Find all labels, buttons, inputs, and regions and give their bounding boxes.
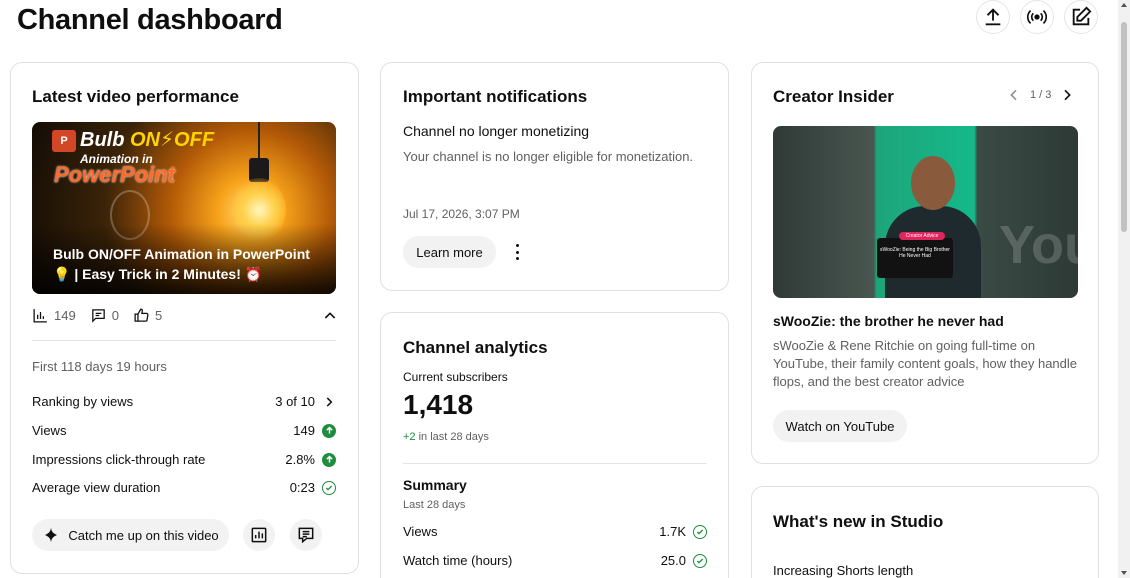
arrow-up-icon <box>322 452 336 467</box>
creator-advice-badge: Creator Advice <box>899 232 945 240</box>
divider <box>403 463 707 464</box>
subscriber-count: 1,418 <box>403 389 474 420</box>
summary-title: Summary <box>403 477 467 493</box>
presenter-head <box>911 156 955 210</box>
bar-chart-icon <box>33 309 47 323</box>
period-label: First 118 days 19 hours <box>32 359 167 374</box>
more-options-icon[interactable] <box>511 244 523 260</box>
whats-new-item[interactable]: Increasing Shorts length <box>773 563 913 578</box>
learn-more-button[interactable]: Learn more <box>403 236 496 268</box>
catch-me-up-button[interactable]: Catch me up on this video <box>32 519 229 551</box>
notification-timestamp: Jul 17, 2026, 3:07 PM <box>403 207 520 221</box>
chevron-right-icon[interactable] <box>1059 87 1075 103</box>
notification-heading: Channel no longer monetizing <box>403 123 590 139</box>
video-comments-button[interactable] <box>290 519 322 551</box>
live-broadcast-icon <box>1026 9 1048 25</box>
insider-video-title: sWooZie: the brother he never had <box>773 313 1004 329</box>
whats-new-title: What's new in Studio <box>773 512 944 531</box>
insider-description: sWooZie & Rene Ritchie on going full-tim… <box>773 338 1078 389</box>
page-scrollbar[interactable] <box>1118 0 1130 578</box>
metric-value: 149 <box>293 423 315 438</box>
sparkle-icon <box>45 527 58 543</box>
top-actions <box>976 0 1098 34</box>
powerpoint-logo-icon: P <box>52 130 76 152</box>
creator-insider-card: Creator Insider 1 / 3 You sWooZie: Being… <box>751 62 1099 464</box>
scrollbar-thumb[interactable] <box>1121 22 1127 232</box>
page-title: Channel dashboard <box>17 4 283 36</box>
summary-row-views: Views 1.7K <box>403 524 707 539</box>
video-quick-stats: 149 0 5 <box>32 307 176 324</box>
stat-likes: 5 <box>133 307 162 324</box>
metric-row-ranking[interactable]: Ranking by views 3 of 10 <box>32 394 336 409</box>
check-circle-icon <box>322 480 336 495</box>
subscriber-delta: +2 in last 28 days <box>403 431 489 443</box>
metric-label: Views <box>403 524 438 539</box>
insider-video-thumbnail[interactable]: You sWooZie: Being the Big Brother He Ne… <box>773 126 1078 298</box>
comment-icon <box>298 527 314 544</box>
metric-label: Impressions click-through rate <box>32 452 206 467</box>
analytics-title: Channel analytics <box>403 338 548 357</box>
channel-analytics-card: Channel analytics Current subscribers 1,… <box>380 312 729 578</box>
metric-label: Views <box>32 423 67 438</box>
upload-button[interactable] <box>976 0 1010 34</box>
pager-label: 1 / 3 <box>1030 89 1052 101</box>
edit-post-icon <box>1072 6 1092 26</box>
metric-value: 25.0 <box>660 553 686 568</box>
metric-value: 0:23 <box>289 480 315 495</box>
upload-icon <box>985 8 1001 26</box>
stat-comments: 0 <box>90 307 119 324</box>
whats-new-card: What's new in Studio Increasing Shorts l… <box>751 486 1099 578</box>
chevron-right-icon <box>326 396 333 407</box>
creator-insider-title: Creator Insider <box>773 87 894 106</box>
analytics-icon <box>251 527 267 543</box>
check-circle-icon <box>693 524 707 539</box>
video-thumbnail[interactable]: P Bulb ON⚡OFF Animation in PowerPoint Bu… <box>32 122 336 294</box>
bulb-wire <box>258 122 260 160</box>
arrow-up-icon <box>322 423 336 438</box>
video-analytics-button[interactable] <box>243 519 275 551</box>
metric-row-ctr: Impressions click-through rate 2.8% <box>32 452 336 467</box>
chevron-left-icon[interactable] <box>1006 87 1022 103</box>
stat-views: 149 <box>32 307 76 324</box>
metric-label: Ranking by views <box>32 394 134 409</box>
summary-row-watch-time: Watch time (hours) 25.0 <box>403 553 707 568</box>
scroll-up-icon[interactable] <box>1121 3 1127 7</box>
metric-label: Watch time (hours) <box>403 553 513 568</box>
create-post-button[interactable] <box>1064 0 1098 34</box>
latest-video-title: Latest video performance <box>32 87 239 106</box>
metric-value: 1.7K <box>659 524 686 539</box>
chevron-up-icon[interactable] <box>322 308 338 324</box>
metric-label: Average view duration <box>32 480 161 495</box>
video-caption: Bulb ON/OFF Animation in PowerPoint 💡 | … <box>53 246 310 282</box>
thumbnail-headline: Bulb ON⚡OFF <box>80 129 215 151</box>
comment-icon <box>91 309 105 323</box>
thumbnail-app-name: PowerPoint <box>54 162 176 187</box>
metric-value: 2.8% <box>285 452 315 467</box>
metric-row-avd: Average view duration 0:23 <box>32 480 336 495</box>
metric-value: 3 of 10 <box>275 394 315 409</box>
background-text: You <box>999 215 1078 275</box>
notification-body: Your channel is no longer eligible for m… <box>403 149 694 164</box>
summary-period: Last 28 days <box>403 499 466 511</box>
thumbs-up-icon <box>134 308 149 322</box>
check-circle-icon <box>693 553 707 568</box>
subscribers-label: Current subscribers <box>403 370 508 384</box>
catch-me-up-label: Catch me up on this video <box>68 527 219 543</box>
thumbnail-card-text: sWooZie: Being the Big Brother He Never … <box>877 238 953 278</box>
metric-row-views: Views 149 <box>32 423 336 438</box>
divider <box>32 340 336 341</box>
notifications-card: Important notifications Channel no longe… <box>380 62 729 291</box>
insider-pager: 1 / 3 <box>1006 87 1075 103</box>
watch-on-youtube-button[interactable]: Watch on YouTube <box>773 410 907 442</box>
latest-video-card: Latest video performance P Bulb ON⚡OFF A… <box>10 62 359 574</box>
notifications-title: Important notifications <box>403 87 588 106</box>
scroll-down-icon[interactable] <box>1121 571 1127 575</box>
go-live-button[interactable] <box>1020 0 1054 34</box>
